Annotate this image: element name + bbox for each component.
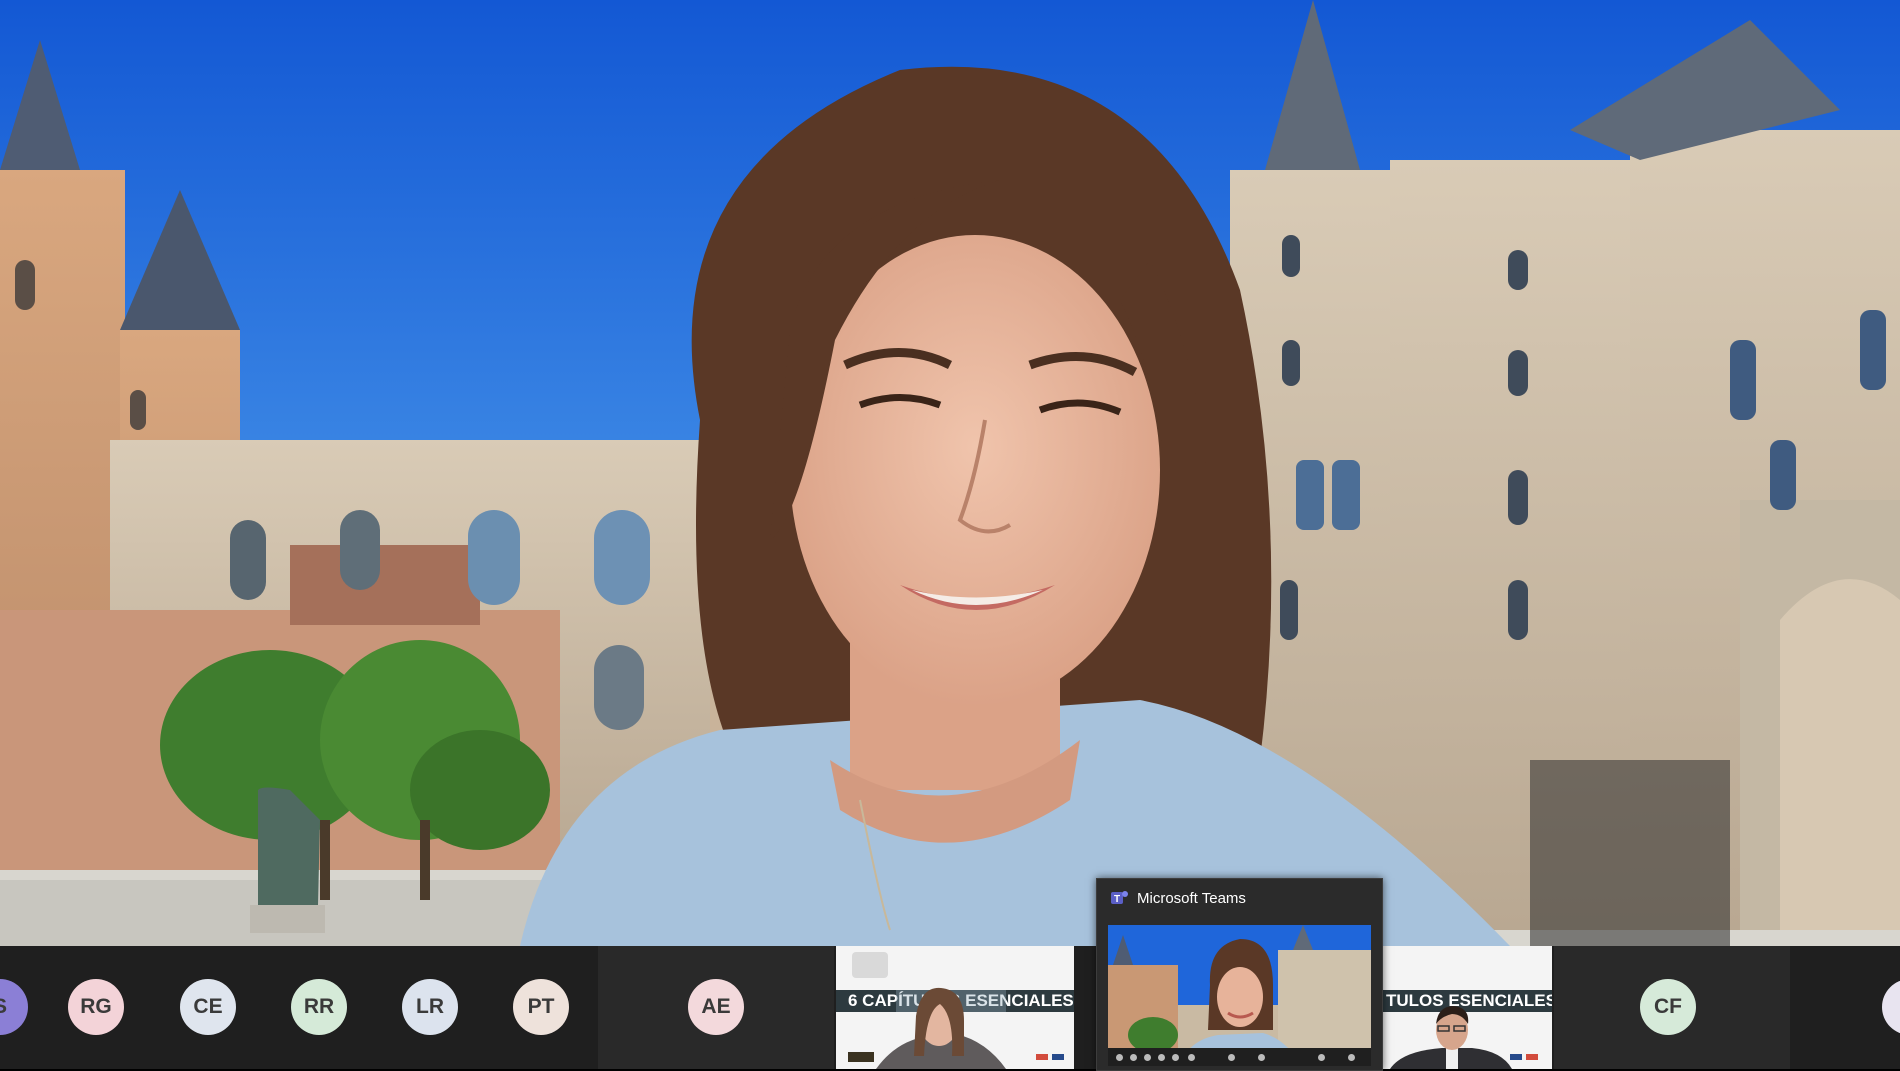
participant-video-tile[interactable]: TULOS ESENCIALES	[1382, 946, 1552, 1069]
avatar-group-right: M	[1792, 946, 1900, 1069]
participant-avatar[interactable]: RG	[68, 979, 124, 1035]
participant-video-tile[interactable]: 6 CAPÍTULOS ESENCIALES	[836, 946, 1074, 1069]
speaker-video-feed	[0, 0, 1900, 946]
participant-avatar[interactable]: LR	[402, 979, 458, 1035]
participant-avatar[interactable]: S	[0, 979, 28, 1035]
popout-meeting-preview[interactable]	[1108, 925, 1371, 1066]
participant-avatar: AE	[688, 979, 744, 1035]
preview-video-feed	[1108, 925, 1371, 1066]
avatar-group-left: S RG CE RR LR PT	[0, 946, 596, 1069]
preview-participant-bar	[1108, 1048, 1371, 1066]
svg-text:T: T	[1114, 894, 1120, 905]
presenter-figure	[848, 987, 1064, 1069]
popout-title: Microsoft Teams	[1137, 890, 1246, 907]
participant-avatar[interactable]: M	[1882, 979, 1900, 1035]
participant-avatar: CF	[1640, 979, 1696, 1035]
participant-tile-cf[interactable]: CF	[1554, 946, 1790, 1069]
teams-popout-window[interactable]: T Microsoft Teams	[1096, 878, 1383, 1071]
presenter-figure	[1390, 1006, 1538, 1069]
participant-tile-ae[interactable]: AE	[598, 946, 834, 1069]
participant-avatar[interactable]: RR	[291, 979, 347, 1035]
participant-avatar[interactable]: PT	[513, 979, 569, 1035]
main-video-stage	[0, 0, 1900, 946]
teams-logo-icon: T	[1111, 891, 1128, 905]
participant-strip: S RG CE RR LR PT AE 6 CAPÍTULOS ESENCIAL…	[0, 946, 1900, 1069]
participant-avatar[interactable]: CE	[180, 979, 236, 1035]
